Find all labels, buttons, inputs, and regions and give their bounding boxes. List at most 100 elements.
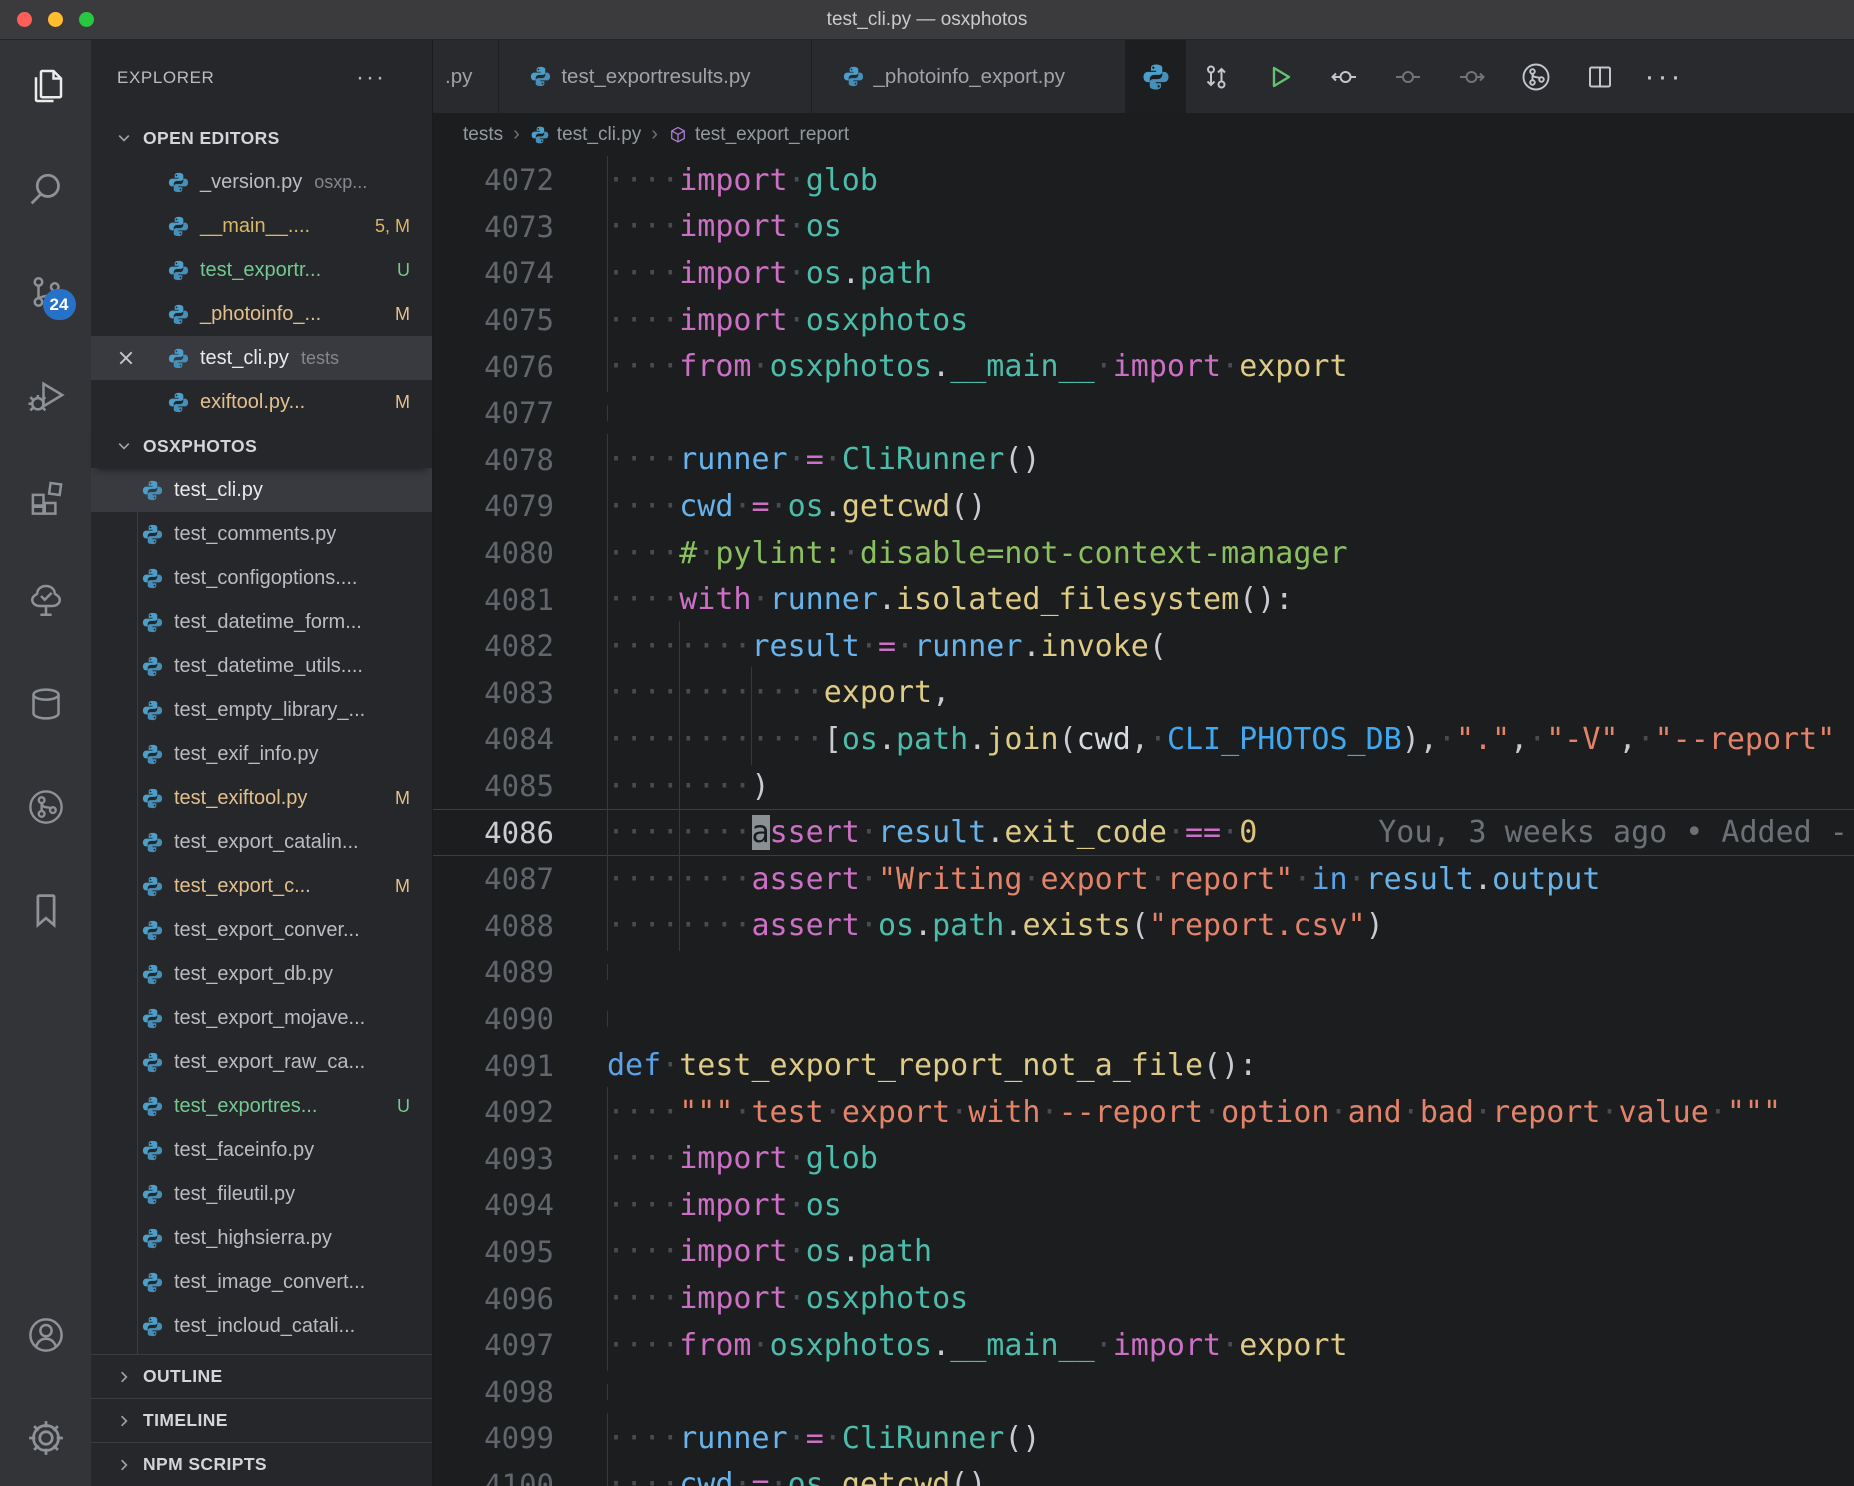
tree-file-item[interactable]: test_exif_info.py bbox=[91, 732, 432, 776]
code-line[interactable]: 4093····import·glob bbox=[433, 1135, 1854, 1182]
code-line[interactable]: 4079····cwd·=·os.getcwd() bbox=[433, 483, 1854, 530]
line-number[interactable]: 4090 bbox=[433, 1002, 554, 1036]
tree-file-item[interactable]: test_fileutil.py bbox=[91, 1172, 432, 1216]
next-change-button[interactable] bbox=[1450, 55, 1494, 99]
code-line[interactable]: 4073····import·os bbox=[433, 204, 1854, 251]
explorer-more-actions-button[interactable]: ··· bbox=[356, 64, 386, 92]
more-actions-button[interactable]: ··· bbox=[1642, 55, 1686, 99]
open-editor-item[interactable]: test_cli.pytests bbox=[91, 336, 432, 380]
code-line[interactable]: 4080····#·pylint:·disable=not-context-ma… bbox=[433, 530, 1854, 577]
open-editor-item[interactable]: _photoinfo_...M bbox=[91, 292, 432, 336]
manage-button[interactable] bbox=[22, 1414, 70, 1462]
line-number[interactable]: 4097 bbox=[433, 1328, 554, 1362]
editor-tab[interactable]: test_exportresults.py bbox=[499, 40, 811, 113]
editor-tab[interactable]: .py bbox=[433, 40, 499, 113]
code-line[interactable]: 4100····cwd·=·os.getcwd() bbox=[433, 1462, 1854, 1486]
activity-testing-button[interactable] bbox=[22, 577, 70, 625]
line-number[interactable]: 4072 bbox=[433, 163, 554, 197]
line-number[interactable]: 4082 bbox=[433, 629, 554, 663]
code-line[interactable]: 4077 bbox=[433, 390, 1854, 437]
code-line[interactable]: 4096····import·osxphotos bbox=[433, 1275, 1854, 1322]
line-number[interactable]: 4081 bbox=[433, 583, 554, 617]
code-line[interactable]: 4095····import·os.path bbox=[433, 1229, 1854, 1276]
npm-scripts-section-header[interactable]: NPM SCRIPTS bbox=[91, 1442, 432, 1486]
code-line[interactable]: 4076····from·osxphotos.__main__·import·e… bbox=[433, 343, 1854, 390]
line-number[interactable]: 4074 bbox=[433, 256, 554, 290]
line-number[interactable]: 4076 bbox=[433, 350, 554, 384]
open-editor-item[interactable]: __main__....5, M bbox=[91, 204, 432, 248]
editor-tab[interactable]: _photoinfo_export.py bbox=[812, 40, 1126, 113]
open-editor-item[interactable]: _version.pyosxp... bbox=[91, 160, 432, 204]
code-line[interactable]: 4084············[os.path.join(cwd,·CLI_P… bbox=[433, 716, 1854, 763]
tree-file-item[interactable]: test_datetime_form... bbox=[91, 600, 432, 644]
code-line[interactable]: 4085········) bbox=[433, 763, 1854, 810]
close-icon[interactable] bbox=[113, 345, 139, 371]
tree-file-item[interactable]: test_datetime_utils.... bbox=[91, 644, 432, 688]
line-number[interactable]: 4100 bbox=[433, 1468, 554, 1486]
code-line[interactable]: 4092····"""·test·export·with·--report·op… bbox=[433, 1089, 1854, 1136]
line-number[interactable]: 4094 bbox=[433, 1188, 554, 1222]
python-language-tab[interactable] bbox=[1126, 40, 1186, 113]
line-number[interactable]: 4091 bbox=[433, 1049, 554, 1083]
tree-file-item[interactable]: test_export_conver... bbox=[91, 908, 432, 952]
code-line[interactable]: 4083············export, bbox=[433, 670, 1854, 717]
previous-change-button[interactable] bbox=[1322, 55, 1366, 99]
tree-file-item[interactable]: test_highsierra.py bbox=[91, 1216, 432, 1260]
timeline-section-header[interactable]: TIMELINE bbox=[91, 1398, 432, 1442]
tree-file-item[interactable]: test_comments.py bbox=[91, 512, 432, 556]
open-editors-section-header[interactable]: OPEN EDITORS bbox=[91, 116, 432, 160]
line-number[interactable]: 4088 bbox=[433, 909, 554, 943]
breadcrumb-item[interactable]: test_cli.py bbox=[530, 124, 641, 146]
current-change-button[interactable] bbox=[1386, 55, 1430, 99]
line-number[interactable]: 4079 bbox=[433, 489, 554, 523]
open-changes-button[interactable] bbox=[1194, 55, 1238, 99]
accounts-button[interactable] bbox=[22, 1311, 70, 1359]
activity-explorer-button[interactable] bbox=[22, 62, 70, 110]
activity-run-debug-button[interactable] bbox=[22, 371, 70, 419]
line-number[interactable]: 4073 bbox=[433, 210, 554, 244]
line-number[interactable]: 4087 bbox=[433, 862, 554, 896]
activity-source-control-button[interactable]: 24 bbox=[22, 268, 70, 316]
line-number[interactable]: 4099 bbox=[433, 1421, 554, 1455]
breadcrumb-item[interactable]: test_export_report bbox=[668, 124, 849, 146]
code-line[interactable]: 4089 bbox=[433, 949, 1854, 996]
breadcrumb-item[interactable]: tests bbox=[463, 124, 503, 146]
line-number[interactable]: 4093 bbox=[433, 1142, 554, 1176]
tree-file-item[interactable]: test_exportres...U bbox=[91, 1084, 432, 1128]
code-editor[interactable]: 4072····import·glob4073····import·os4074… bbox=[433, 156, 1854, 1486]
code-line[interactable]: 4082········result·=·runner.invoke( bbox=[433, 623, 1854, 670]
outline-section-header[interactable]: OUTLINE bbox=[91, 1354, 432, 1398]
tree-file-item[interactable]: test_incloud_catali... bbox=[91, 1304, 432, 1348]
tree-file-item[interactable]: test_image_convert... bbox=[91, 1260, 432, 1304]
line-number[interactable]: 4089 bbox=[433, 955, 554, 989]
tree-file-item[interactable]: test_empty_library_... bbox=[91, 688, 432, 732]
tree-file-item[interactable]: test_export_mojave... bbox=[91, 996, 432, 1040]
run-python-file-button[interactable] bbox=[1258, 55, 1302, 99]
code-line[interactable]: 4091def·test_export_report_not_a_file(): bbox=[433, 1042, 1854, 1089]
activity-extensions-button[interactable] bbox=[22, 474, 70, 522]
line-number[interactable]: 4075 bbox=[433, 303, 554, 337]
code-line[interactable]: 4078····runner·=·CliRunner() bbox=[433, 437, 1854, 484]
code-line[interactable]: 4087········assert·"Writing·export·repor… bbox=[433, 856, 1854, 903]
code-line[interactable]: 4090 bbox=[433, 996, 1854, 1043]
tree-file-item[interactable]: test_export_raw_ca... bbox=[91, 1040, 432, 1084]
code-line[interactable]: 4086········assert·result.exit_code·==·0… bbox=[433, 809, 1854, 856]
tree-file-item[interactable]: test_faceinfo.py bbox=[91, 1128, 432, 1172]
line-number[interactable]: 4096 bbox=[433, 1282, 554, 1316]
line-number[interactable]: 4085 bbox=[433, 769, 554, 803]
tree-file-item[interactable]: test_export_c...M bbox=[91, 864, 432, 908]
project-section-header[interactable]: OSXPHOTOS bbox=[91, 424, 432, 468]
code-line[interactable]: 4098 bbox=[433, 1368, 1854, 1415]
activity-database-button[interactable] bbox=[22, 680, 70, 728]
code-line[interactable]: 4075····import·osxphotos bbox=[433, 297, 1854, 344]
code-line[interactable]: 4072····import·glob bbox=[433, 157, 1854, 204]
tree-file-item[interactable]: test_export_db.py bbox=[91, 952, 432, 996]
git-graph-view-button[interactable] bbox=[1514, 55, 1558, 99]
line-number[interactable]: 4095 bbox=[433, 1235, 554, 1269]
code-line[interactable]: 4074····import·os.path bbox=[433, 250, 1854, 297]
tree-file-item[interactable]: test_cli.py bbox=[91, 468, 432, 512]
code-line[interactable]: 4088········assert·os.path.exists("repor… bbox=[433, 903, 1854, 950]
line-number[interactable]: 4077 bbox=[433, 396, 554, 430]
activity-search-button[interactable] bbox=[22, 165, 70, 213]
open-editor-item[interactable]: exiftool.py...M bbox=[91, 380, 432, 424]
